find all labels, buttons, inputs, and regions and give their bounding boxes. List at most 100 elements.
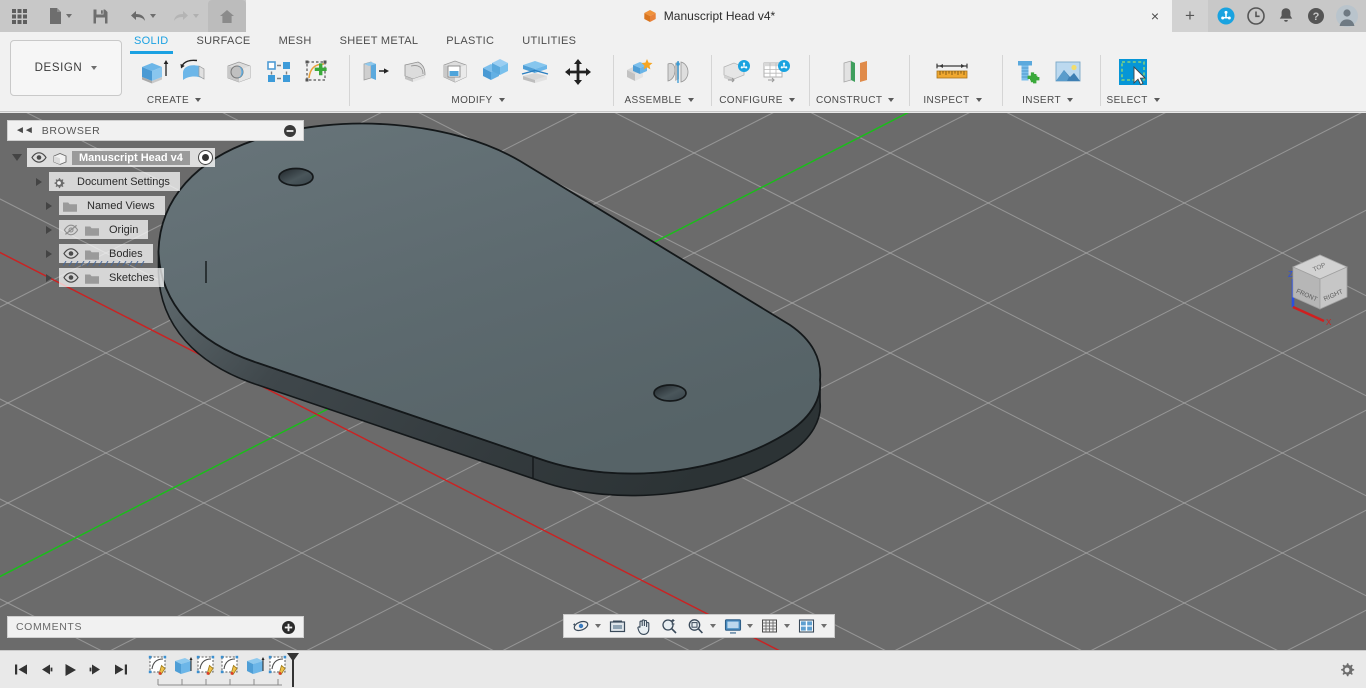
panel-construct-dropdown-icon[interactable] [888, 98, 895, 102]
expand-arrow[interactable] [29, 177, 49, 186]
app-grid-icon[interactable] [6, 0, 33, 32]
panel-select-dropdown-icon[interactable] [1153, 98, 1160, 102]
tree-node-origin[interactable]: Origin [7, 219, 304, 240]
move-copy-tool[interactable] [556, 52, 600, 92]
undo-button[interactable] [124, 0, 161, 32]
expand-arrow[interactable] [39, 201, 59, 210]
node-body[interactable]: Origin [59, 220, 149, 239]
visibility-eye-icon[interactable] [30, 151, 47, 164]
document-tab[interactable]: Manuscript Head v4* [246, 0, 1172, 32]
viewports-icon[interactable] [797, 617, 816, 636]
tree-node-root[interactable]: Manuscript Head v4 [7, 147, 304, 168]
viewports-dropdown-icon[interactable] [821, 624, 827, 628]
workspace-dropdown-icon[interactable] [91, 66, 98, 70]
save-button[interactable] [87, 0, 114, 32]
play-button[interactable] [58, 655, 83, 685]
display-settings-icon[interactable] [723, 617, 742, 636]
expand-arrow[interactable] [39, 225, 59, 234]
visibility-eye-icon[interactable] [62, 247, 79, 260]
joint-tool[interactable] [660, 52, 698, 92]
panel-modify-dropdown-icon[interactable] [498, 98, 505, 102]
configure-design-tool[interactable] [718, 52, 756, 92]
tab-solid[interactable]: SOLID [120, 32, 183, 54]
timeline-sketch-feature[interactable] [195, 653, 219, 679]
extrude-tool[interactable] [135, 52, 173, 92]
tree-node-document-settings[interactable]: Document Settings [7, 171, 304, 192]
pan-hand-icon[interactable] [634, 617, 653, 636]
jump-to-end-button[interactable] [108, 655, 133, 685]
revolve-tool[interactable] [175, 52, 213, 92]
split-face-tool[interactable] [516, 52, 554, 92]
jump-to-beginning-button[interactable] [8, 655, 33, 685]
create-sketch-tool[interactable] [300, 52, 338, 92]
tab-utilities[interactable]: UTILITIES [508, 32, 590, 52]
collapse-browser-icon[interactable]: ◄◄ [15, 125, 34, 136]
zoom-window-icon[interactable] [686, 617, 705, 636]
grid-snaps[interactable] [757, 615, 793, 637]
pattern-tool[interactable] [260, 52, 298, 92]
root-expand-arrow[interactable] [7, 154, 27, 161]
panel-create-dropdown-icon[interactable] [195, 98, 202, 102]
look-at-icon[interactable] [608, 617, 627, 636]
tab-mesh[interactable]: MESH [265, 32, 326, 52]
undo-dropdown-icon[interactable] [150, 14, 156, 18]
panel-inspect-dropdown-icon[interactable] [975, 98, 982, 102]
panel-configure-dropdown-icon[interactable] [788, 98, 795, 102]
view-cube[interactable]: Z X TOP FRONT RIGHT [1280, 241, 1360, 325]
tree-label[interactable]: Origin [104, 224, 143, 236]
viewports[interactable] [794, 615, 830, 637]
job-status-icon[interactable] [1246, 7, 1265, 26]
combine-tool[interactable] [476, 52, 514, 92]
orbit-tool[interactable] [568, 615, 604, 637]
new-file-dropdown-icon[interactable] [66, 14, 72, 18]
zoom-tool[interactable] [657, 615, 682, 637]
add-comment-icon[interactable] [282, 620, 295, 634]
fillet-tool[interactable] [396, 52, 434, 92]
display-settings-dropdown-icon[interactable] [747, 624, 753, 628]
step-back-button[interactable] [33, 655, 58, 685]
expand-arrow[interactable] [39, 249, 59, 258]
node-body[interactable]: Sketches [59, 268, 165, 287]
tree-node-named-views[interactable]: Named Views [7, 195, 304, 216]
tree-label-root[interactable]: Manuscript Head v4 [72, 150, 190, 165]
close-document-button[interactable]: × [1138, 0, 1172, 32]
step-forward-button[interactable] [83, 655, 108, 685]
insert-canvas-tool[interactable] [1049, 52, 1087, 92]
visibility-eye-icon[interactable] [62, 271, 79, 284]
sphere-tool[interactable] [220, 52, 258, 92]
timeline-extrude-feature[interactable] [171, 653, 195, 679]
zoom-window-tool[interactable] [683, 615, 719, 637]
account-avatar[interactable] [1336, 5, 1358, 27]
look-at-tool[interactable] [605, 615, 630, 637]
help-icon[interactable]: ? [1306, 7, 1325, 26]
visibility-eye-off-icon[interactable] [62, 223, 79, 236]
pan-tool[interactable] [631, 615, 656, 637]
timeline-end-marker[interactable] [285, 652, 299, 687]
root-node-body[interactable]: Manuscript Head v4 [27, 148, 215, 167]
redo-dropdown-icon[interactable] [193, 14, 199, 18]
zoom-window-dropdown-icon[interactable] [710, 624, 716, 628]
timeline-sketch-feature[interactable] [147, 653, 171, 679]
configuration-table-tool[interactable] [758, 52, 796, 92]
grid-snaps-dropdown-icon[interactable] [784, 624, 790, 628]
new-file-button[interactable] [43, 0, 77, 32]
workspace-selector[interactable]: DESIGN [10, 40, 122, 96]
node-body[interactable]: Document Settings [49, 172, 180, 191]
measure-tool[interactable] [930, 52, 974, 92]
tree-node-bodies[interactable]: Bodies [7, 243, 304, 266]
expand-arrow[interactable] [39, 273, 59, 282]
panel-assemble-dropdown-icon[interactable] [687, 98, 694, 102]
timeline-sketch-feature[interactable] [219, 653, 243, 679]
home-button[interactable] [208, 0, 246, 32]
tab-plastic[interactable]: PLASTIC [432, 32, 508, 52]
insert-mcmaster-tool[interactable] [1009, 52, 1047, 92]
panel-insert-dropdown-icon[interactable] [1066, 98, 1073, 102]
shell-tool[interactable] [436, 52, 474, 92]
notifications-icon[interactable] [1276, 7, 1295, 26]
timeline-extrude-feature[interactable] [243, 653, 267, 679]
zoom-icon[interactable] [660, 617, 679, 636]
tree-label[interactable]: Document Settings [72, 176, 175, 188]
activate-component-radio[interactable] [197, 150, 213, 165]
orbit-dropdown-icon[interactable] [595, 624, 601, 628]
select-tool[interactable] [1111, 52, 1155, 92]
